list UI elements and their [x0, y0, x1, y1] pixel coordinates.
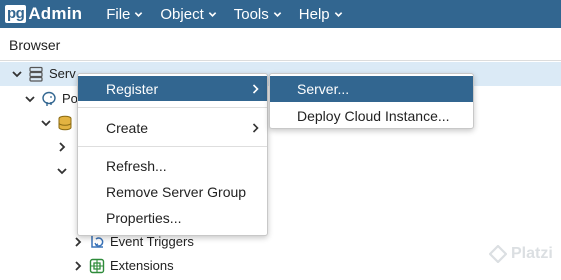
- menu-help[interactable]: Help: [299, 6, 343, 23]
- context-menu-create-label: Create: [106, 119, 149, 136]
- context-menu-properties-label: Properties...: [106, 209, 182, 226]
- menu-tools-label: Tools: [233, 5, 269, 23]
- chevron-right-icon: [252, 123, 259, 133]
- tree-node-label: Extensions: [110, 258, 174, 273]
- submenu-deploy-cloud-instance[interactable]: Deploy Cloud Instance...: [270, 103, 473, 129]
- browser-panel-header: Browser: [0, 28, 561, 61]
- logo-suffix: Admin: [28, 4, 83, 23]
- chevron-down-icon[interactable]: [41, 118, 51, 128]
- chevron-down-icon[interactable]: [12, 69, 22, 79]
- menu-help-label: Help: [298, 5, 330, 23]
- chevron-right-icon[interactable]: [73, 237, 83, 247]
- platzi-watermark: Platzi: [489, 245, 553, 263]
- context-menu-refresh-label: Refresh...: [106, 157, 167, 174]
- submenu-server-label: Server...: [297, 81, 350, 97]
- postgres-elephant-icon: [42, 91, 56, 106]
- menu-object[interactable]: Object: [160, 6, 216, 23]
- submenu-deploy-label: Deploy Cloud Instance...: [297, 108, 450, 124]
- context-menu-remove-label: Remove Server Group: [106, 183, 247, 200]
- chevron-down-icon: [273, 11, 282, 17]
- menu-divider: [78, 146, 267, 147]
- context-menu: Register Create Refresh... Remove Server…: [77, 73, 268, 236]
- chevron-down-icon[interactable]: [25, 94, 35, 104]
- platzi-logo-icon: [489, 245, 507, 263]
- menu-divider: [78, 107, 267, 108]
- chevron-right-icon[interactable]: [73, 261, 83, 271]
- top-navbar: pg Admin File Object Tools Help: [0, 0, 561, 28]
- context-menu-register-label: Register: [106, 80, 159, 97]
- chevron-right-icon: [252, 84, 259, 94]
- menu-object-label: Object: [160, 5, 204, 23]
- extension-icon: [89, 258, 105, 274]
- database-icon: [58, 115, 72, 131]
- menu-file[interactable]: File: [106, 6, 143, 23]
- pgadmin-logo[interactable]: pg Admin: [5, 0, 82, 28]
- chevron-down-icon[interactable]: [57, 166, 67, 176]
- chevron-right-icon[interactable]: [57, 142, 67, 152]
- browser-title: Browser: [9, 37, 61, 53]
- event-trigger-icon: [91, 236, 104, 248]
- server-group-icon: [29, 66, 43, 82]
- watermark-label: Platzi: [511, 245, 553, 262]
- logo-prefix: pg: [5, 5, 27, 23]
- chevron-down-icon: [208, 11, 216, 17]
- chevron-down-icon: [135, 11, 143, 17]
- chevron-down-icon: [334, 11, 342, 17]
- submenu-server[interactable]: Server...: [270, 76, 473, 102]
- context-menu-remove-server-group[interactable]: Remove Server Group: [78, 179, 267, 204]
- context-menu-refresh[interactable]: Refresh...: [78, 153, 267, 178]
- tree-node-label: Serv: [49, 66, 76, 81]
- context-menu-register[interactable]: Register: [78, 76, 267, 101]
- context-menu-properties[interactable]: Properties...: [78, 205, 267, 230]
- menu-tools[interactable]: Tools: [234, 6, 282, 23]
- context-menu-create[interactable]: Create: [78, 115, 267, 140]
- tree-node-label: Po: [62, 91, 78, 106]
- tree-node-extensions[interactable]: Extensions: [0, 254, 561, 278]
- main-menu: File Object Tools Help: [106, 0, 359, 28]
- menu-file-label: File: [106, 5, 131, 23]
- register-submenu: Server... Deploy Cloud Instance...: [269, 73, 474, 129]
- tree-node-label: Event Triggers: [110, 234, 194, 249]
